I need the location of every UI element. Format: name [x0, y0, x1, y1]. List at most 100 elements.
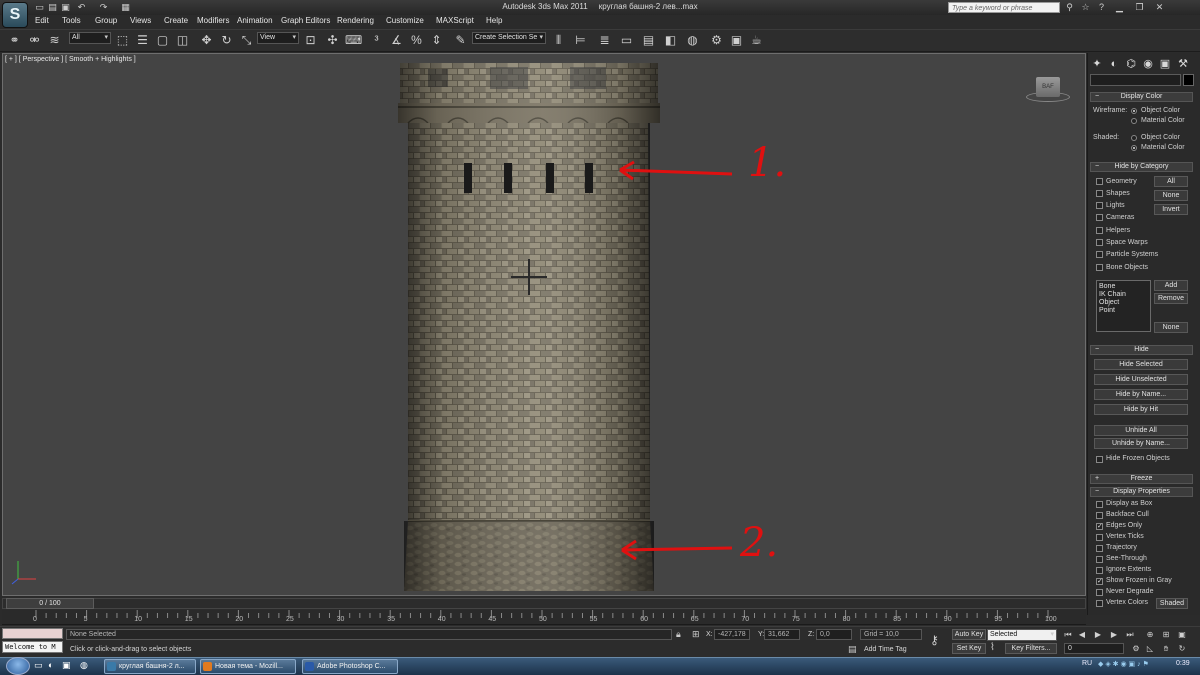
- vertex-ticks-checkbox[interactable]: [1096, 534, 1103, 541]
- hide-by-hit-button[interactable]: Hide by Hit: [1094, 404, 1188, 415]
- menu-modifiers[interactable]: Modifiers: [197, 16, 229, 25]
- redo-icon[interactable]: ↷: [98, 2, 109, 13]
- menu-animation[interactable]: Animation: [237, 16, 273, 25]
- schematic-view-icon[interactable]: ◧: [662, 32, 679, 49]
- display-as-box-checkbox[interactable]: [1096, 501, 1103, 508]
- rollout-display-color[interactable]: − Display Color: [1090, 92, 1193, 102]
- select-object-icon[interactable]: ⬚: [114, 32, 131, 49]
- menu-graph-editors[interactable]: Graph Editors: [281, 16, 330, 25]
- project-icon[interactable]: ▦: [120, 2, 131, 13]
- lights-checkbox[interactable]: [1096, 202, 1103, 209]
- ignore-extents-checkbox[interactable]: [1096, 567, 1103, 574]
- task-firefox[interactable]: Новая тема - Mozill...: [200, 659, 296, 674]
- lock-selection-icon[interactable]: 🔒︎: [676, 629, 681, 640]
- binoculars-icon[interactable]: ⚲: [1064, 2, 1075, 13]
- never-degrade-checkbox[interactable]: [1096, 589, 1103, 596]
- previous-frame-icon[interactable]: ◀︎: [1076, 629, 1088, 640]
- see-through-checkbox[interactable]: [1096, 556, 1103, 563]
- menu-rendering[interactable]: Rendering: [337, 16, 374, 25]
- undo-icon[interactable]: ↶: [76, 2, 87, 13]
- category-list[interactable]: Bone IK Chain Object Point: [1096, 280, 1151, 332]
- z-coordinate-field[interactable]: 0,0: [816, 629, 852, 640]
- shaded-button[interactable]: Shaded: [1156, 598, 1188, 609]
- maxscript-mini-listener[interactable]: Welcome to M: [2, 641, 63, 653]
- field-of-view-icon[interactable]: ◺: [1144, 643, 1156, 654]
- object-color-swatch[interactable]: [1183, 74, 1194, 86]
- minimize-icon[interactable]: ▁: [1114, 2, 1125, 13]
- align-icon[interactable]: ⊨: [572, 32, 589, 49]
- utilities-icon[interactable]: ⚒: [1176, 57, 1190, 71]
- explorer-icon[interactable]: ◐: [48, 660, 53, 670]
- category-remove-button[interactable]: Remove: [1154, 293, 1188, 304]
- show-frozen-gray-checkbox[interactable]: ✓: [1096, 578, 1103, 585]
- create-icon[interactable]: ✦: [1090, 57, 1104, 71]
- list-item[interactable]: IK Chain Object: [1099, 291, 1148, 307]
- play-icon[interactable]: ▶︎: [1092, 629, 1104, 640]
- edges-only-checkbox[interactable]: ✓: [1096, 523, 1103, 530]
- shapes-checkbox[interactable]: [1096, 190, 1103, 197]
- rollout-hide-by-category[interactable]: − Hide by Category: [1090, 162, 1193, 172]
- curve-editor-icon[interactable]: ▤: [640, 32, 657, 49]
- menu-tools[interactable]: Tools: [62, 16, 81, 25]
- select-manipulate-icon[interactable]: ✣: [324, 32, 341, 49]
- search-input[interactable]: Type a keyword or phrase: [948, 2, 1060, 13]
- graphite-toggle-icon[interactable]: ▭: [618, 32, 635, 49]
- edit-named-selection-icon[interactable]: ✎: [452, 32, 469, 49]
- key-mode-dropdown[interactable]: Selected: [987, 629, 1057, 641]
- menu-help[interactable]: Help: [486, 16, 502, 25]
- pivot-center-icon[interactable]: ⊡: [302, 32, 319, 49]
- category-none-button[interactable]: None: [1154, 190, 1188, 201]
- rollout-freeze[interactable]: + Freeze: [1090, 474, 1193, 484]
- star-icon[interactable]: ☆: [1080, 2, 1091, 13]
- menu-maxscript[interactable]: MAXScript: [436, 16, 474, 25]
- trajectory-checkbox[interactable]: [1096, 545, 1103, 552]
- absolute-mode-icon[interactable]: ⊞: [692, 629, 700, 640]
- unlink-icon[interactable]: ⚮: [26, 32, 43, 49]
- particle-systems-checkbox[interactable]: [1096, 251, 1103, 258]
- menu-create[interactable]: Create: [164, 16, 188, 25]
- material-editor-icon[interactable]: ◍: [684, 32, 701, 49]
- selection-filter-dropdown[interactable]: All: [69, 32, 111, 44]
- window-crossing-icon[interactable]: ◫: [174, 32, 191, 49]
- scale-icon[interactable]: ⤡: [238, 32, 255, 49]
- select-by-name-icon[interactable]: ☰: [134, 32, 151, 49]
- new-icon[interactable]: ▭: [34, 2, 45, 13]
- close-icon[interactable]: ✕: [1154, 2, 1165, 13]
- bind-spacewarp-icon[interactable]: ≋: [46, 32, 63, 49]
- current-frame-field[interactable]: 0: [1064, 643, 1124, 654]
- restore-icon[interactable]: ❐: [1134, 2, 1145, 13]
- open-icon[interactable]: ▤: [47, 2, 58, 13]
- modify-icon[interactable]: ◐: [1107, 57, 1121, 71]
- zoom-icon[interactable]: ⊕: [1144, 629, 1156, 640]
- hide-frozen-checkbox[interactable]: [1096, 456, 1103, 463]
- geometry-checkbox[interactable]: [1096, 178, 1103, 185]
- task-3dsmax[interactable]: круглая башня-2 л...: [104, 659, 196, 674]
- rendered-frame-window-icon[interactable]: ▣: [728, 32, 745, 49]
- render-production-icon[interactable]: ☕: [748, 32, 765, 49]
- start-button[interactable]: [6, 657, 30, 675]
- quicklaunch-icon[interactable]: ▣: [62, 660, 71, 671]
- shaded-material-color-radio[interactable]: [1131, 145, 1137, 151]
- mirror-icon[interactable]: ⫴: [550, 32, 567, 49]
- helpers-checkbox[interactable]: [1096, 227, 1103, 234]
- app-logo-button[interactable]: S: [2, 2, 28, 28]
- add-time-tag[interactable]: Add Time Tag: [864, 646, 907, 653]
- rotate-icon[interactable]: ↻: [218, 32, 235, 49]
- bone-objects-checkbox[interactable]: [1096, 264, 1103, 271]
- key-filters-button[interactable]: Key Filters...: [1005, 643, 1057, 654]
- keyboard-shortcut-icon[interactable]: ⌨: [345, 32, 362, 49]
- hide-unselected-button[interactable]: Hide Unselected: [1094, 374, 1188, 385]
- save-icon[interactable]: ▣: [60, 2, 71, 13]
- rollout-hide[interactable]: − Hide: [1090, 345, 1193, 355]
- maxscript-listener-output[interactable]: [2, 628, 63, 639]
- spinner-snap-icon[interactable]: ⇕: [428, 32, 445, 49]
- unhide-all-button[interactable]: Unhide All: [1094, 425, 1188, 436]
- wireframe-material-color-radio[interactable]: [1131, 118, 1137, 124]
- zoom-all-icon[interactable]: ⊞: [1160, 629, 1172, 640]
- time-tag-icon[interactable]: ▤: [848, 644, 857, 655]
- snaps-toggle-icon[interactable]: ³: [368, 32, 385, 49]
- x-coordinate-field[interactable]: -427,178: [714, 629, 750, 640]
- time-slider-track[interactable]: [2, 598, 1086, 609]
- layer-manager-icon[interactable]: ≣: [596, 32, 613, 49]
- go-to-start-icon[interactable]: ⏮︎: [1062, 629, 1074, 640]
